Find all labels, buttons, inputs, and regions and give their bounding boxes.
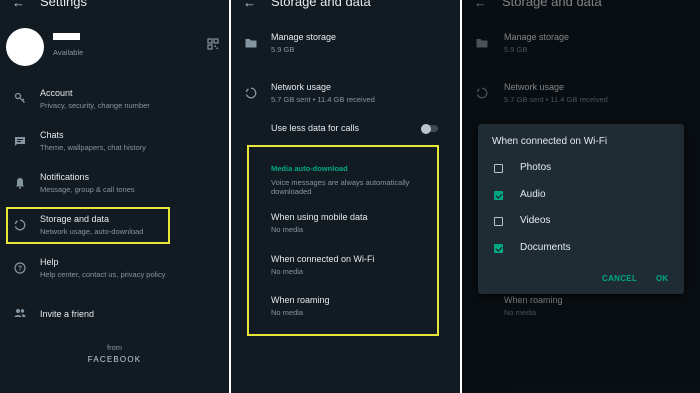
videos-checkbox[interactable]: [494, 217, 503, 226]
settings-item-invite[interactable]: Invite a friend: [0, 305, 229, 325]
account-subtitle: Privacy, security, change number: [40, 101, 150, 110]
option-documents[interactable]: Documents: [478, 240, 684, 258]
ok-button[interactable]: OK: [656, 274, 669, 283]
profile-row[interactable]: Available: [0, 24, 229, 68]
network-usage-stats: 5.7 GB sent • 11.4 GB received: [271, 95, 375, 104]
help-subtitle: Help center, contact us, privacy policy: [40, 270, 166, 279]
settings-screen: ← Settings Available Account Privacy, se…: [0, 0, 229, 393]
cancel-button[interactable]: CANCEL: [602, 274, 637, 283]
settings-item-account[interactable]: Account Privacy, security, change number: [0, 86, 229, 116]
footer-from: from: [107, 343, 122, 352]
settings-item-notifications[interactable]: Notifications Message, group & call tone…: [0, 170, 229, 200]
manage-storage-row[interactable]: Manage storage 5.9 GB: [231, 30, 460, 58]
chats-label: Chats: [40, 130, 64, 140]
back-arrow-icon[interactable]: ←: [12, 0, 25, 10]
photos-checkbox[interactable]: [494, 164, 503, 173]
invite-label: Invite a friend: [40, 309, 95, 319]
option-photos[interactable]: Photos: [478, 160, 684, 178]
settings-item-help[interactable]: ? Help Help center, contact us, privacy …: [0, 255, 229, 285]
chat-icon: [14, 135, 26, 147]
manage-storage-label: Manage storage: [271, 32, 337, 42]
svg-text:?: ?: [18, 266, 22, 273]
notifications-label: Notifications: [40, 172, 90, 182]
key-icon: [14, 92, 26, 104]
wifi-auto-download-dialog: When connected on Wi-Fi Photos Audio Vid…: [478, 124, 684, 294]
settings-topbar: ← Settings: [0, 0, 229, 14]
back-arrow-icon[interactable]: ←: [243, 0, 256, 10]
help-label: Help: [40, 257, 59, 267]
footer-brand: FACEBOOK: [87, 355, 142, 364]
bell-icon: [14, 177, 26, 189]
notifications-subtitle: Message, group & call tones: [40, 185, 135, 194]
people-icon: [14, 307, 26, 319]
highlight-storage-box: [6, 207, 170, 244]
less-data-row[interactable]: Use less data for calls: [231, 118, 460, 138]
audio-checkbox[interactable]: [494, 191, 503, 200]
network-usage-label: Network usage: [271, 82, 332, 92]
chats-subtitle: Theme, wallpapers, chat history: [40, 143, 146, 152]
documents-label: Documents: [520, 242, 571, 253]
option-audio[interactable]: Audio: [478, 187, 684, 205]
qr-code-icon[interactable]: [207, 38, 219, 50]
storage-topbar: ← Storage and data: [231, 0, 460, 14]
documents-checkbox[interactable]: [494, 244, 503, 253]
option-videos[interactable]: Videos: [478, 213, 684, 231]
manage-storage-size: 5.9 GB: [271, 45, 295, 54]
data-usage-icon: [245, 87, 257, 99]
storage-screen: ← Storage and data Manage storage 5.9 GB…: [231, 0, 460, 393]
settings-item-chats[interactable]: Chats Theme, wallpapers, chat history: [0, 128, 229, 158]
videos-label: Videos: [520, 215, 551, 226]
page-title: Storage and data: [271, 0, 371, 9]
account-label: Account: [40, 88, 73, 98]
less-data-toggle[interactable]: [421, 123, 431, 134]
less-data-label: Use less data for calls: [271, 123, 360, 133]
audio-label: Audio: [520, 189, 546, 200]
avatar[interactable]: [6, 28, 44, 66]
photos-label: Photos: [520, 162, 552, 173]
highlight-auto-download-box: [247, 145, 439, 336]
help-icon: ?: [14, 262, 26, 274]
network-usage-row[interactable]: Network usage 5.7 GB sent • 11.4 GB rece…: [231, 80, 460, 108]
profile-status: Available: [53, 48, 84, 57]
folder-icon: [245, 37, 257, 49]
dialog-title: When connected on Wi-Fi: [492, 136, 608, 147]
page-title: Settings: [40, 0, 87, 9]
profile-name-redacted: [53, 33, 80, 40]
